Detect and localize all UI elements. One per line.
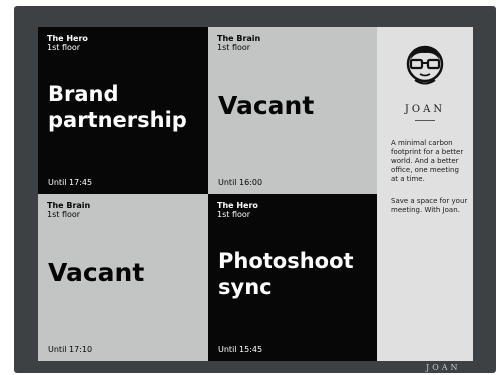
until-time: Until 15:45 — [218, 345, 263, 354]
sidebar-tagline: A minimal carbon footprint for a better … — [391, 139, 473, 184]
brand-divider — [415, 120, 435, 121]
sidebar-cta: Save a space for your meeting. With Joan… — [391, 197, 473, 215]
room-name: The Brain — [217, 34, 261, 43]
bezel-brand: JOAN — [426, 363, 461, 372]
brand-name: JOAN — [404, 104, 446, 115]
room-tile-hero-2[interactable]: The Hero 1st floor Photoshoot sync Until… — [208, 194, 377, 361]
info-sidebar: JOAN A minimal carbon footprint for a be… — [377, 27, 473, 361]
text-line: office, one meeting — [391, 166, 459, 174]
text-line: A minimal carbon — [391, 139, 453, 147]
status-line: Vacant — [48, 258, 145, 287]
text-line: Save a space for your — [391, 197, 468, 205]
room-status: Photoshoot sync — [218, 248, 354, 300]
room-name: The Brain — [47, 201, 91, 210]
text-line: world. And a better — [391, 157, 459, 165]
room-name: The Hero — [47, 34, 88, 43]
until-time: Until 17:10 — [48, 345, 93, 354]
room-tile-brain-2[interactable]: The Brain 1st floor Vacant Until 17:10 — [38, 194, 208, 361]
room-name: The Hero — [217, 201, 258, 210]
until-time: Until 16:00 — [218, 178, 263, 187]
text-line: footprint for a better — [391, 148, 464, 156]
status-line: Vacant — [218, 91, 315, 120]
room-floor: 1st floor — [47, 210, 81, 219]
joan-face-logo-icon — [406, 45, 444, 85]
room-tile-hero-1[interactable]: The Hero 1st floor Brand partnership Unt… — [38, 27, 208, 194]
text-line: meeting. With Joan. — [391, 206, 460, 214]
room-floor: 1st floor — [217, 43, 251, 52]
room-floor: 1st floor — [217, 210, 251, 219]
display-screen: The Hero 1st floor Brand partnership Unt… — [38, 27, 473, 361]
text-line: at a time. — [391, 175, 425, 183]
until-time: Until 17:45 — [48, 178, 93, 187]
room-status: Brand partnership — [48, 81, 187, 133]
room-status: Vacant — [48, 258, 144, 288]
status-line: Brand — [48, 82, 119, 106]
status-line: sync — [218, 275, 272, 299]
status-line: Photoshoot — [218, 249, 354, 273]
status-line: partnership — [48, 108, 187, 132]
room-tile-brain-1[interactable]: The Brain 1st floor Vacant Until 16:00 — [208, 27, 377, 194]
room-floor: 1st floor — [47, 43, 81, 52]
room-status: Vacant — [218, 91, 314, 121]
